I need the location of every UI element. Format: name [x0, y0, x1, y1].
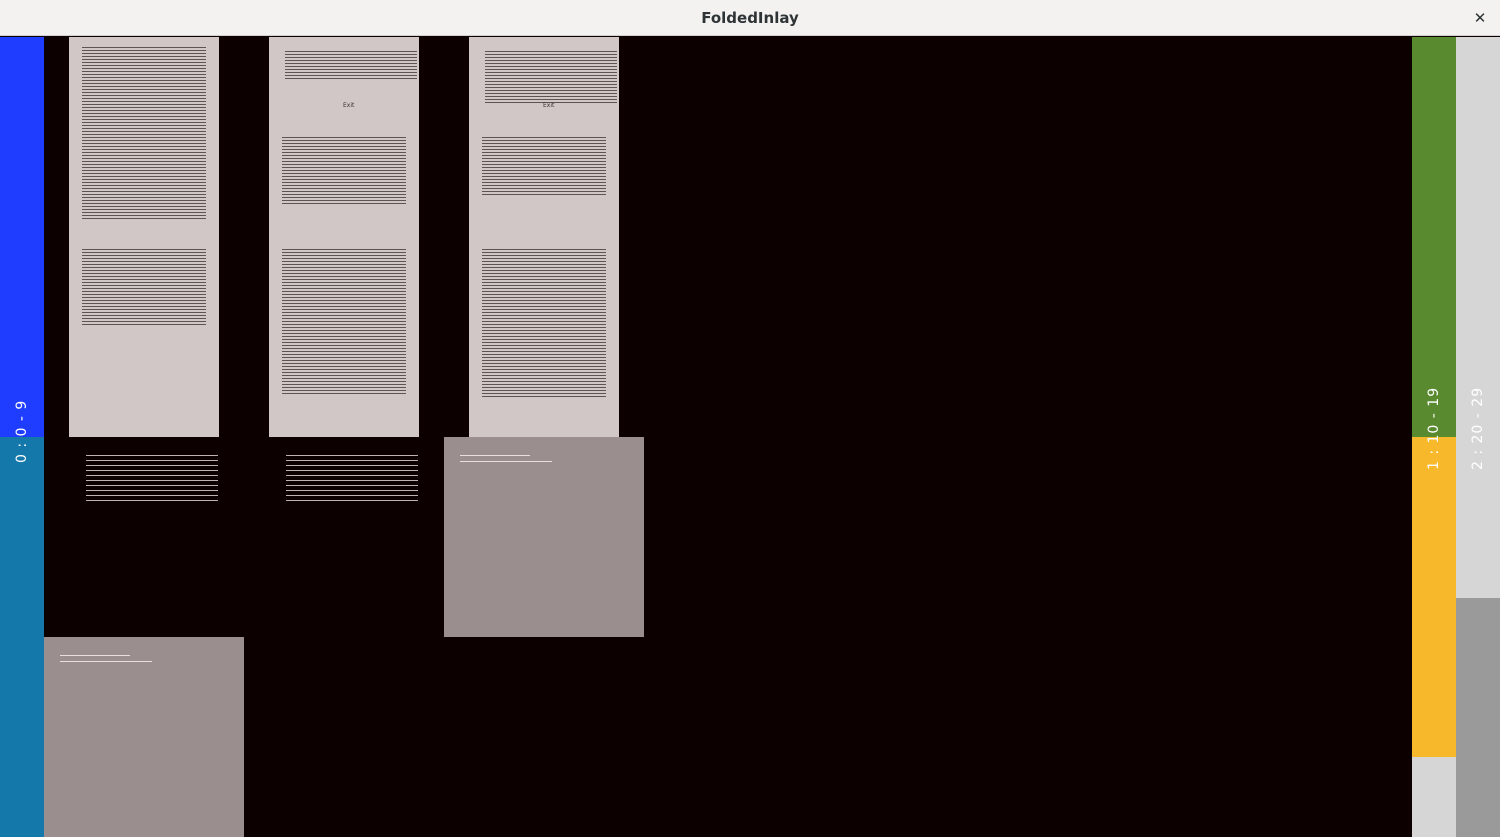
right-bar-b-top[interactable] [1456, 37, 1500, 598]
dark-tile-2-lines [286, 455, 418, 501]
page-2-text-header [285, 51, 417, 81]
page-3-text-bottom [482, 249, 606, 399]
page-1-text-top [82, 47, 206, 219]
page-2-heading: Exit [343, 102, 355, 109]
page-2-text-bottom [282, 249, 406, 395]
gray-tile-1[interactable] [444, 437, 644, 637]
page-3-text-mid [482, 137, 606, 197]
page-thumbnail-2[interactable]: Exit [269, 37, 419, 437]
window-titlebar: FoldedInlay ✕ [0, 0, 1500, 36]
window-title: FoldedInlay [701, 9, 799, 27]
right-bar-b-bottom[interactable] [1456, 598, 1500, 837]
dark-tile-1-lines [86, 455, 218, 501]
page-1-text-bottom [82, 249, 206, 325]
left-bar-bottom[interactable] [0, 437, 44, 837]
document-canvas[interactable]: 0 : 0 - 9 1 : 10 - 19 2 : 20 - 29 Exit E… [0, 37, 1500, 837]
right-bar-a-bottom[interactable] [1412, 437, 1456, 757]
close-icon[interactable]: ✕ [1470, 8, 1490, 28]
gray-tile-2[interactable] [44, 637, 244, 837]
gray-tile-2-line-2 [60, 661, 152, 662]
page-3-text-header [485, 51, 617, 103]
right-bar-a-tail[interactable] [1412, 757, 1456, 837]
page-2-text-mid [282, 137, 406, 205]
gray-tile-1-line-2 [460, 461, 552, 462]
page-thumbnail-1[interactable] [69, 37, 219, 437]
page-thumbnail-3[interactable]: Exit [469, 37, 619, 437]
right-bar-a-top[interactable] [1412, 37, 1456, 437]
page-3-heading: Exit [543, 102, 555, 109]
right-bar-b-label: 2 : 20 - 29 [1470, 386, 1486, 470]
left-bar-label: 0 : 0 - 9 [14, 399, 30, 463]
gray-tile-2-line-1 [60, 655, 130, 656]
gray-tile-1-line-1 [460, 455, 530, 456]
left-bar-top[interactable] [0, 37, 44, 437]
right-bar-a-label: 1 : 10 - 19 [1426, 386, 1442, 470]
